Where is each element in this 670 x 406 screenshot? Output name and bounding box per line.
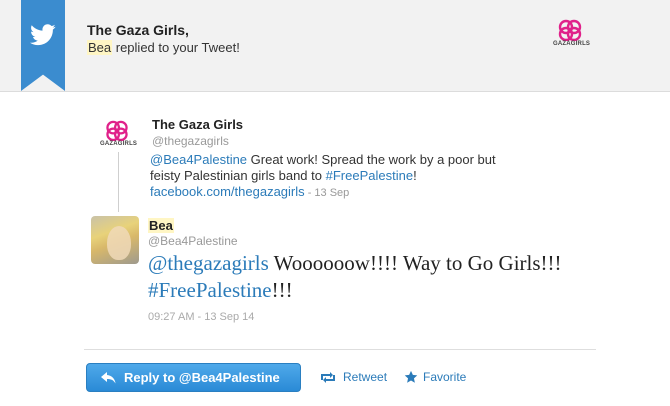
- original-author-avatar[interactable]: GAZAGIRLS: [100, 120, 138, 150]
- header-message-rest: replied to your Tweet!: [112, 40, 240, 55]
- star-icon: [404, 370, 418, 384]
- header-replier-name: Bea: [87, 40, 113, 55]
- retweet-button[interactable]: Retweet: [318, 370, 387, 384]
- reply-author-name[interactable]: Bea: [148, 218, 174, 233]
- hashtag-link[interactable]: #FreePalestine: [326, 168, 413, 183]
- reply-button-label: Reply to @Bea4Palestine: [124, 370, 280, 385]
- mention-link[interactable]: @thegazagirls: [148, 251, 269, 275]
- twitter-bird-icon: [30, 24, 56, 46]
- notification-header: The Gaza Girls, Bea replied to your Twee…: [0, 0, 670, 92]
- retweet-label: Retweet: [343, 370, 388, 384]
- reply-author-avatar[interactable]: [91, 216, 139, 264]
- original-tweet-text: @Bea4Palestine Great work! Spread the wo…: [150, 152, 520, 201]
- facebook-link[interactable]: facebook.com/thegazagirls: [150, 184, 305, 199]
- retweet-icon: [318, 371, 338, 384]
- logo-text: GAZAGIRLS: [553, 41, 591, 47]
- hashtag-link[interactable]: #FreePalestine: [148, 278, 272, 302]
- reply-tweet-text: @thegazagirls Woooooow!!!! Way to Go Gir…: [148, 250, 568, 304]
- tweet-text-part: !: [413, 168, 417, 183]
- logo-text: GAZAGIRLS: [100, 141, 138, 147]
- favorite-button[interactable]: Favorite: [404, 370, 466, 384]
- reply-author-handle[interactable]: @Bea4Palestine: [148, 234, 238, 248]
- divider: [84, 349, 596, 350]
- original-author-handle[interactable]: @thegazagirls: [152, 134, 229, 148]
- favorite-label: Favorite: [423, 370, 467, 384]
- tweet-text-part: !!!: [271, 278, 293, 302]
- reply-arrow-icon: [101, 371, 116, 384]
- reply-button[interactable]: Reply to @Bea4Palestine: [86, 363, 301, 392]
- original-tweet-date: - 13 Sep: [304, 187, 350, 199]
- reply-timestamp: 09:27 AM - 13 Sep 14: [148, 311, 255, 323]
- gazagirls-logo: GAZAGIRLS: [553, 19, 591, 51]
- header-message: Bea replied to your Tweet!: [87, 40, 240, 55]
- mention-link[interactable]: @Bea4Palestine: [150, 152, 247, 167]
- header-sender-name: The Gaza Girls,: [87, 22, 189, 38]
- original-author-name[interactable]: The Gaza Girls: [152, 117, 243, 132]
- twitter-banner: [21, 0, 65, 91]
- tweet-text-part: Woooooow!!!! Way to Go Girls!!!: [268, 251, 562, 275]
- conversation-thread-line: [118, 152, 119, 212]
